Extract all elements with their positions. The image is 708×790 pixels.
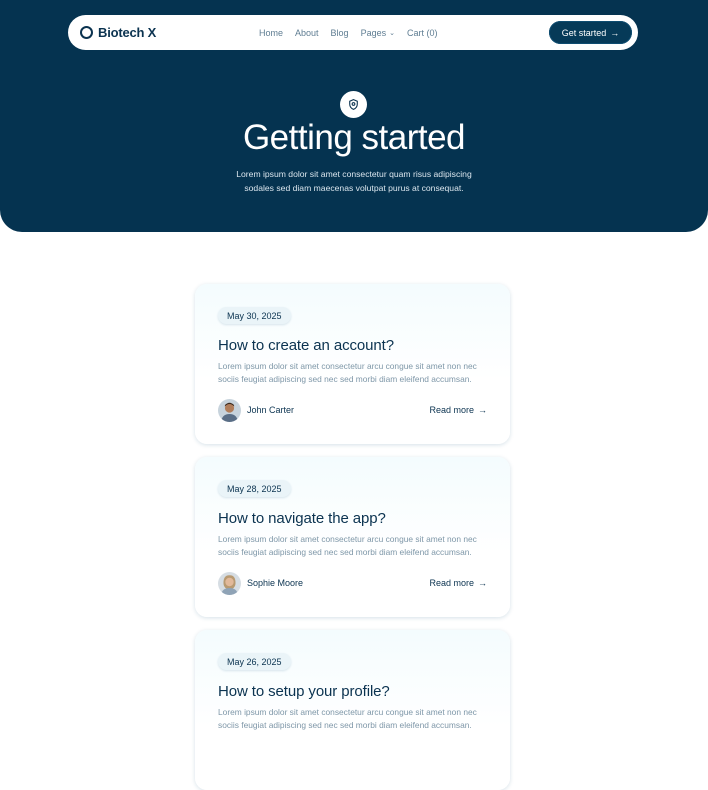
logo-ring-icon — [80, 26, 93, 39]
read-more-label: Read more — [429, 578, 474, 588]
chevron-down-icon: ⌄ — [389, 29, 395, 37]
post-excerpt: Lorem ipsum dolor sit amet consectetur a… — [218, 361, 477, 384]
post-date-badge: May 26, 2025 — [218, 653, 291, 670]
hero-section: Biotech X Home About Blog Pages ⌄ Cart (0… — [0, 0, 708, 232]
get-started-button[interactable]: Get started → — [549, 21, 632, 44]
nav-link-cart[interactable]: Cart (0) — [407, 28, 438, 38]
post-date-badge: May 28, 2025 — [218, 480, 291, 497]
post-date-badge: May 30, 2025 — [218, 307, 291, 324]
brand-logo[interactable]: Biotech X — [80, 15, 156, 50]
blog-post-card[interactable]: May 26, 2025 How to setup your profile? … — [195, 630, 510, 790]
post-author: Sophie Moore — [218, 571, 303, 595]
post-title[interactable]: How to setup your profile? — [218, 683, 390, 700]
nav-menu: Home About Blog Pages ⌄ Cart (0) — [259, 15, 437, 50]
post-author: John Carter — [218, 398, 294, 422]
author-name: John Carter — [247, 405, 295, 415]
avatar — [218, 398, 241, 422]
blog-post-card[interactable]: May 28, 2025 How to navigate the app? Lo… — [195, 457, 510, 617]
arrow-right-icon: → — [478, 405, 487, 415]
nav-link-about[interactable]: About — [295, 28, 319, 38]
page-title: Getting started — [242, 118, 466, 157]
arrow-right-icon: → — [478, 578, 487, 588]
post-title[interactable]: How to navigate the app? — [218, 510, 386, 527]
post-excerpt: Lorem ipsum dolor sit amet consectetur a… — [218, 707, 477, 730]
read-more-label: Read more — [429, 405, 474, 415]
blog-post-card[interactable]: May 30, 2025 How to create an account? L… — [195, 284, 510, 444]
post-excerpt: Lorem ipsum dolor sit amet consectetur a… — [218, 534, 477, 557]
top-navbar: Biotech X Home About Blog Pages ⌄ Cart (0… — [68, 15, 638, 50]
shield-icon — [349, 99, 358, 110]
brand-name: Biotech X — [98, 25, 157, 40]
author-name: Sophie Moore — [247, 578, 304, 588]
nav-link-pages[interactable]: Pages ⌄ — [361, 28, 395, 38]
nav-link-home[interactable]: Home — [259, 28, 283, 38]
hero-badge — [340, 91, 367, 118]
nav-link-blog[interactable]: Blog — [331, 28, 349, 38]
page-subtitle: Lorem ipsum dolor sit amet consectetur q… — [236, 169, 472, 193]
nav-link-pages-label: Pages — [360, 27, 387, 38]
arrow-right-icon: → — [610, 27, 620, 38]
get-started-label: Get started — [561, 27, 607, 38]
avatar — [218, 571, 241, 595]
read-more-link[interactable]: Read more → — [429, 398, 487, 422]
read-more-link[interactable]: Read more → — [429, 571, 487, 595]
post-title[interactable]: How to create an account? — [218, 337, 394, 354]
